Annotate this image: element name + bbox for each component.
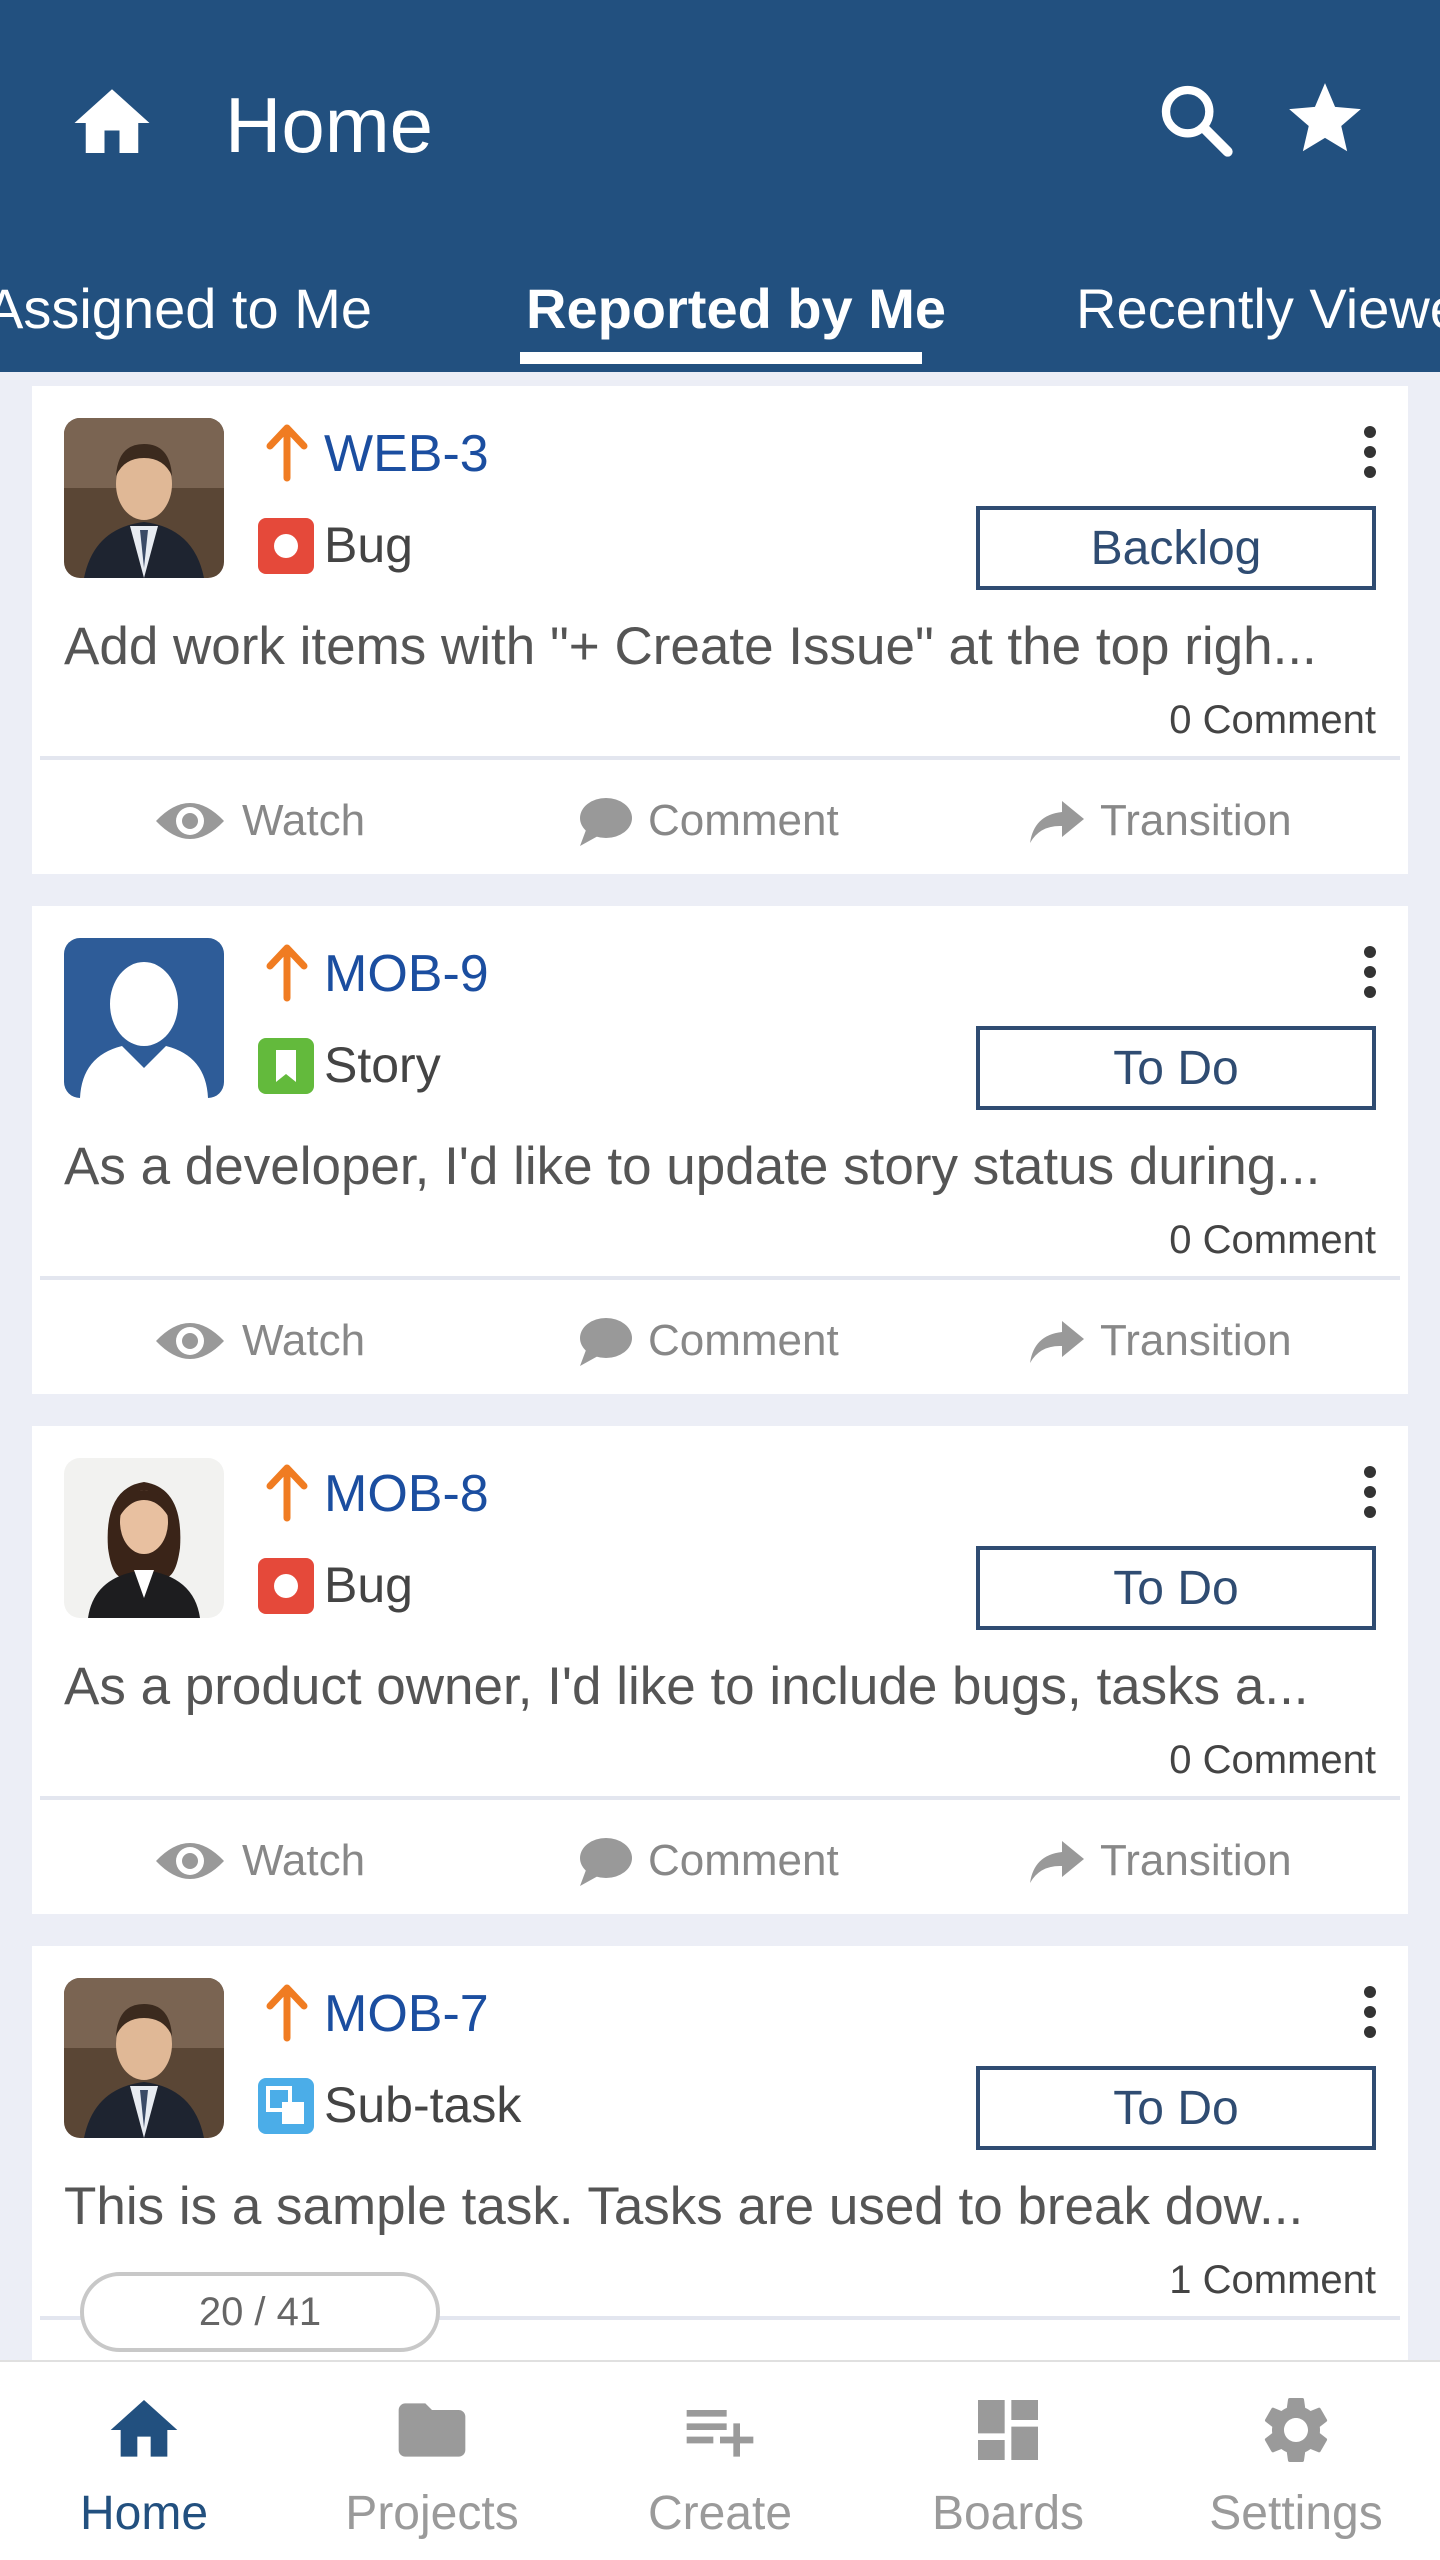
watch-button[interactable]: Watch <box>152 786 365 856</box>
nav-projects-label: Projects <box>345 2487 519 2540</box>
comment-count: 0 Comment <box>1169 698 1376 742</box>
page-indicator: 20 / 41 <box>80 2272 440 2352</box>
comment-count: 1 Comment <box>1169 2258 1376 2302</box>
watch-button[interactable]: Watch <box>152 1826 365 1896</box>
nav-settings[interactable]: Settings <box>1152 2362 1440 2560</box>
forward-arrow-icon <box>1030 1321 1084 1363</box>
issue-summary[interactable]: As a developer, I'd like to update story… <box>64 1136 1404 1197</box>
speech-bubble-icon <box>580 1318 632 1366</box>
comment-label: Comment <box>648 796 839 845</box>
dashboard-icon <box>978 2400 1038 2460</box>
transition-label: Transition <box>1100 1836 1292 1885</box>
comment-count: 0 Comment <box>1169 1218 1376 1262</box>
comment-button[interactable]: Comment <box>576 1826 839 1896</box>
eye-icon <box>156 803 224 839</box>
divider <box>40 1796 1400 1800</box>
tab-bar: Assigned to Me Reported by Me Recently V… <box>0 262 1440 372</box>
tab-assigned-to-me[interactable]: Assigned to Me <box>0 276 372 341</box>
bug-type-icon <box>258 1558 314 1614</box>
status-button[interactable]: To Do <box>976 1546 1376 1630</box>
eye-icon <box>156 1843 224 1879</box>
issue-type-label: Bug <box>324 517 413 573</box>
bottom-navigation: Home Projects Create Boards Settings <box>0 2360 1440 2560</box>
nav-create[interactable]: Create <box>576 2362 864 2560</box>
comment-count: 0 Comment <box>1169 1738 1376 1782</box>
speech-bubble-icon <box>580 798 632 846</box>
transition-button[interactable]: Transition <box>1028 1306 1292 1376</box>
transition-label: Transition <box>1100 1316 1292 1365</box>
speech-bubble-icon <box>580 1838 632 1886</box>
man-avatar <box>64 418 224 578</box>
subtask-type-icon <box>258 2078 314 2134</box>
nav-projects[interactable]: Projects <box>288 2362 576 2560</box>
comment-label: Comment <box>648 1836 839 1885</box>
issue-type-label: Story <box>324 1037 441 1093</box>
nav-settings-label: Settings <box>1209 2487 1383 2540</box>
issue-key[interactable]: MOB-8 <box>324 1464 489 1524</box>
comment-button[interactable]: Comment <box>576 1306 839 1376</box>
nav-boards[interactable]: Boards <box>864 2362 1152 2560</box>
status-button[interactable]: To Do <box>976 2066 1376 2150</box>
issue-summary[interactable]: Add work items with "+ Create Issue" at … <box>64 616 1404 677</box>
issue-type-label: Bug <box>324 1557 413 1613</box>
issue-summary[interactable]: This is a sample task. Tasks are used to… <box>64 2176 1404 2237</box>
forward-arrow-icon <box>1030 801 1084 843</box>
gear-icon <box>1264 2398 1328 2462</box>
priority-high-icon <box>264 1984 310 2042</box>
issue-key[interactable]: MOB-9 <box>324 944 489 1004</box>
app-bar: Home Assigned to Me Reported by Me Recen… <box>0 0 1440 372</box>
more-options-icon[interactable] <box>1358 942 1382 1002</box>
comment-label: Comment <box>648 1316 839 1365</box>
divider <box>40 1276 1400 1280</box>
home-icon <box>110 2400 178 2457</box>
nav-boards-label: Boards <box>931 2487 1085 2540</box>
watch-label: Watch <box>242 1836 366 1885</box>
default-user-avatar <box>64 938 224 1098</box>
nav-home[interactable]: Home <box>0 2362 288 2560</box>
issue-card[interactable]: WEB-3 Bug Backlog Add work items with "+… <box>32 386 1408 874</box>
more-options-icon[interactable] <box>1358 1982 1382 2042</box>
status-button[interactable]: To Do <box>976 1026 1376 1110</box>
nav-create-label: Create <box>647 2487 793 2540</box>
watch-label: Watch <box>242 796 366 845</box>
active-tab-indicator <box>520 352 922 364</box>
man-avatar <box>64 1978 224 2138</box>
search-icon[interactable] <box>1156 80 1236 160</box>
eye-icon <box>156 1323 224 1359</box>
transition-button[interactable]: Transition <box>1028 786 1292 856</box>
issue-card[interactable]: MOB-8 Bug To Do As a product owner, I'd … <box>32 1426 1408 1914</box>
page-title: Home <box>225 81 434 169</box>
nav-home-label: Home <box>79 2487 209 2540</box>
home-icon[interactable] <box>62 78 162 168</box>
divider <box>40 756 1400 760</box>
playlist-add-icon <box>686 2410 754 2457</box>
watch-button[interactable]: Watch <box>152 1306 365 1376</box>
issue-summary[interactable]: As a product owner, I'd like to include … <box>64 1656 1404 1717</box>
more-options-icon[interactable] <box>1358 422 1382 482</box>
folder-icon <box>398 2403 466 2457</box>
issue-key[interactable]: WEB-3 <box>324 424 489 484</box>
tab-reported-by-me[interactable]: Reported by Me <box>526 276 946 341</box>
priority-high-icon <box>264 1464 310 1522</box>
transition-label: Transition <box>1100 796 1292 845</box>
tab-recently-viewed[interactable]: Recently Viewed <box>1076 276 1440 341</box>
priority-high-icon <box>264 944 310 1002</box>
star-icon[interactable] <box>1282 76 1368 162</box>
more-options-icon[interactable] <box>1358 1462 1382 1522</box>
issue-type-label: Sub-task <box>324 2077 522 2133</box>
woman-avatar <box>64 1458 224 1618</box>
comment-button[interactable]: Comment <box>576 786 839 856</box>
status-button[interactable]: Backlog <box>976 506 1376 590</box>
priority-high-icon <box>264 424 310 482</box>
bug-type-icon <box>258 518 314 574</box>
transition-button[interactable]: Transition <box>1028 1826 1292 1896</box>
story-type-icon <box>258 1038 314 1094</box>
watch-label: Watch <box>242 1316 366 1365</box>
forward-arrow-icon <box>1030 1841 1084 1883</box>
issue-key[interactable]: MOB-7 <box>324 1984 489 2044</box>
issue-card[interactable]: MOB-9 Story To Do As a developer, I'd li… <box>32 906 1408 1394</box>
